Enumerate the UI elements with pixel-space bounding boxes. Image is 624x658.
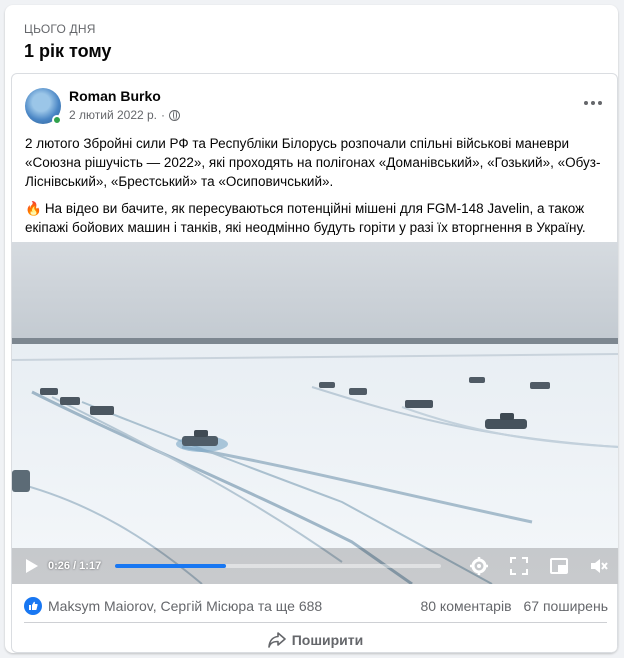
video-controls: 0:26 / 1:17 bbox=[12, 548, 618, 584]
memory-kicker: ЦЬОГО ДНЯ bbox=[24, 22, 96, 36]
post-meta: 2 лютий 2022 р. · bbox=[69, 108, 181, 122]
fire-icon: 🔥 bbox=[25, 201, 42, 216]
post-paragraph: 🔥 На відео ви бачите, як пересуваються по… bbox=[25, 199, 605, 237]
dot-icon bbox=[591, 101, 595, 105]
like-icon[interactable] bbox=[24, 597, 42, 615]
share-arrow-icon bbox=[267, 632, 286, 648]
post-paragraph: 2 лютого Збройні сили РФ та Республіки Б… bbox=[25, 136, 601, 189]
meta-separator: · bbox=[161, 108, 166, 122]
memory-card: ЦЬОГО ДНЯ 1 рік тому Roman Burko 2 лютий… bbox=[5, 5, 618, 653]
reactors-text[interactable]: Maksym Maiorov, Сергій Місюра та ще 688 bbox=[48, 598, 322, 614]
divider bbox=[24, 622, 607, 623]
author-name[interactable]: Roman Burko bbox=[69, 88, 161, 104]
volume-icon[interactable] bbox=[589, 556, 609, 576]
dot-icon bbox=[598, 101, 602, 105]
video-progress-bar[interactable] bbox=[115, 564, 441, 568]
globe-icon bbox=[169, 109, 181, 121]
memory-title: 1 рік тому bbox=[24, 41, 112, 61]
settings-gear-icon[interactable] bbox=[469, 556, 489, 576]
more-options-button[interactable] bbox=[581, 91, 605, 115]
post-paragraph-text: На відео ви бачите, як пересуваються пот… bbox=[25, 201, 586, 235]
video-time: 0:26 / 1:17 bbox=[48, 560, 102, 572]
post-stats: 80 коментарів 67 поширень bbox=[420, 598, 608, 614]
picture-in-picture-icon[interactable] bbox=[549, 556, 569, 576]
fullscreen-icon[interactable] bbox=[509, 556, 529, 576]
video-frame bbox=[12, 242, 618, 584]
play-icon[interactable] bbox=[22, 557, 40, 575]
memory-header: ЦЬОГО ДНЯ 1 рік тому bbox=[5, 5, 618, 72]
share-label: Поширити bbox=[291, 632, 364, 648]
post-text: 2 лютого Збройні сили РФ та Республіки Б… bbox=[25, 134, 605, 245]
comments-count[interactable]: 80 коментарів bbox=[420, 598, 511, 614]
video-progress-fill bbox=[115, 564, 226, 568]
post-date[interactable]: 2 лютий 2022 р. bbox=[69, 108, 157, 122]
online-status-dot bbox=[52, 115, 62, 125]
post-header: Roman Burko 2 лютий 2022 р. · bbox=[25, 87, 605, 127]
shared-post: Roman Burko 2 лютий 2022 р. · 2 лютого З… bbox=[11, 73, 618, 653]
share-button[interactable]: Поширити bbox=[12, 626, 618, 653]
dot-icon bbox=[584, 101, 588, 105]
shares-count[interactable]: 67 поширень bbox=[524, 598, 608, 614]
video-player[interactable]: 0:26 / 1:17 bbox=[12, 242, 618, 584]
reactions-bar: Maksym Maiorov, Сергій Місюра та ще 688 … bbox=[24, 596, 608, 616]
